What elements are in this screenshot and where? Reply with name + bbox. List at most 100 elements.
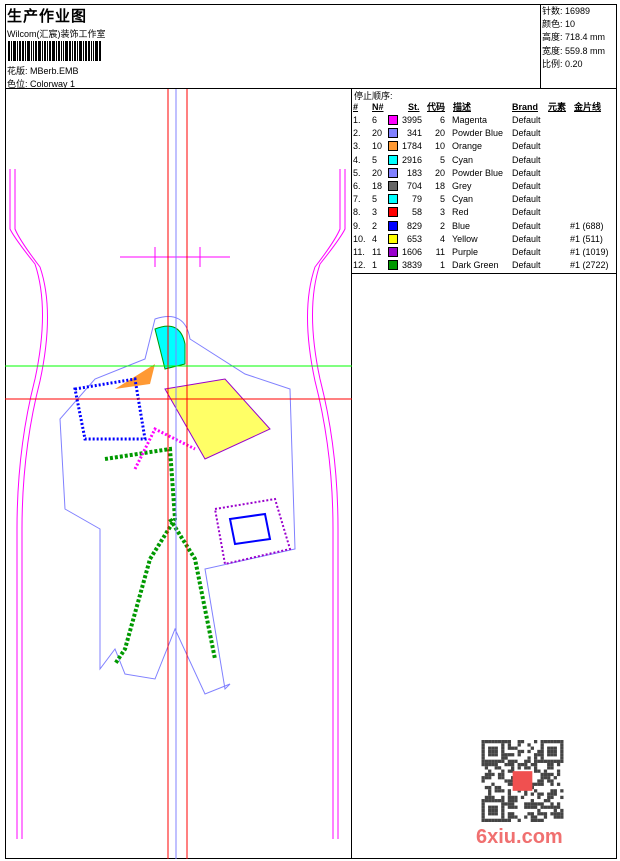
qr-module: [540, 805, 544, 809]
qr-module: [514, 805, 518, 809]
color-swatch: [388, 128, 398, 139]
qr-module: [530, 818, 534, 822]
qr-module: [491, 805, 495, 809]
qr-module: [556, 782, 561, 786]
qr-module: [547, 792, 551, 796]
qr-module: [530, 792, 534, 796]
qr-module: [530, 805, 534, 809]
info-label: 高度:: [542, 32, 563, 43]
qr-module: [517, 740, 521, 744]
design-value: MBerb.EMB: [30, 66, 79, 76]
qr-module: [488, 805, 492, 809]
table-row: 11. 11 1606 11 Purple Default #1 (1019): [352, 246, 617, 259]
barcode-bar: [69, 41, 71, 61]
row-index: 10.: [353, 233, 366, 244]
qr-module: [530, 812, 534, 816]
qr-module: [537, 808, 541, 813]
qr-module: [491, 782, 495, 786]
qr-module: [507, 782, 512, 786]
qr-module: [527, 743, 531, 747]
barcode-bar: [72, 41, 73, 61]
qr-module: [517, 818, 521, 822]
qr-module: [511, 812, 515, 816]
qr-module: [504, 740, 508, 744]
row-index: 11.: [353, 247, 365, 257]
qr-module: [543, 805, 548, 809]
qr-module: [514, 746, 518, 750]
qr-module: [507, 779, 512, 783]
row-brand: Default: [512, 194, 541, 205]
qr-module: [540, 759, 544, 763]
barcode-bar: [74, 41, 76, 61]
qr-module: [540, 749, 544, 754]
qr-module: [533, 740, 538, 744]
qr-module: [547, 766, 551, 770]
table-row: 9. 2 829 2 Blue Default #1 (688): [352, 220, 617, 233]
qr-module: [501, 802, 505, 806]
qr-module: [511, 753, 515, 757]
qr-module: [511, 815, 515, 819]
qr-module: [501, 759, 505, 763]
row-stitches: 1784: [401, 141, 422, 152]
qr-module: [556, 762, 561, 767]
row-sequin: #1 (2722): [570, 260, 609, 271]
qr-module: [537, 792, 541, 796]
qr-module: [540, 776, 544, 780]
qr-module: [560, 756, 564, 760]
qr-module: [484, 785, 489, 790]
barcode-bar: [88, 41, 90, 61]
qr-module: [491, 740, 495, 744]
col-element: 元素: [548, 102, 567, 112]
barcode-bar: [61, 41, 62, 61]
qr-module: [501, 746, 505, 750]
qr-module: [550, 795, 554, 800]
qr-module: [484, 818, 489, 822]
qr-module: [488, 772, 492, 777]
qr-module: [507, 740, 512, 744]
qr-module: [537, 812, 541, 816]
row-needle: 4: [372, 233, 378, 244]
row-description: Purple: [452, 247, 479, 257]
barcode-bar: [38, 41, 41, 61]
row-stitches: 79: [411, 194, 422, 205]
table-header: # N# St. 代码 描述 Brand 元素 金片线: [352, 101, 617, 114]
row-needle: 18: [372, 181, 383, 191]
qr-module: [484, 759, 489, 763]
qr-module: [494, 740, 498, 744]
qr-module: [550, 772, 554, 777]
qr-module: [524, 805, 528, 809]
qr-module: [543, 772, 548, 777]
row-sequin: #1 (1019): [570, 247, 609, 257]
color-swatch: [388, 247, 398, 257]
row-needle: 20: [372, 128, 383, 139]
header: 生产作业图 Wilcom(汇宸)装饰工作室 花版: MBerb.EMB 色位: …: [5, 4, 617, 89]
qr-module: [550, 762, 554, 767]
qr-module: [494, 762, 498, 767]
qr-module: [547, 779, 551, 783]
qr-module: [524, 802, 528, 806]
qr-module: [533, 815, 538, 819]
qr-module: [501, 795, 505, 800]
qr-module: [507, 799, 512, 803]
qr-module: [560, 789, 564, 793]
qr-module: [484, 795, 489, 800]
info-label: 比例:: [542, 58, 563, 69]
color-swatch: [388, 194, 398, 205]
qr-module: [533, 759, 538, 763]
qr-module: [488, 759, 492, 763]
qr-module: [537, 818, 541, 822]
info-row: 针数: 16989: [542, 5, 617, 18]
qr-module: [481, 805, 485, 809]
row-brand: Default: [512, 181, 541, 191]
qr-module: [501, 769, 505, 773]
col-brand: Brand: [512, 102, 539, 112]
barcode-bar: [49, 41, 51, 61]
qr-module: [540, 779, 544, 783]
row-brand: Default: [512, 154, 541, 165]
qr-module: [484, 772, 489, 777]
info-row: 颜色: 10: [542, 18, 617, 31]
qr-module: [540, 802, 544, 806]
qr-module: [488, 749, 492, 754]
qr-module: [556, 812, 561, 816]
qr-module: [501, 805, 505, 809]
